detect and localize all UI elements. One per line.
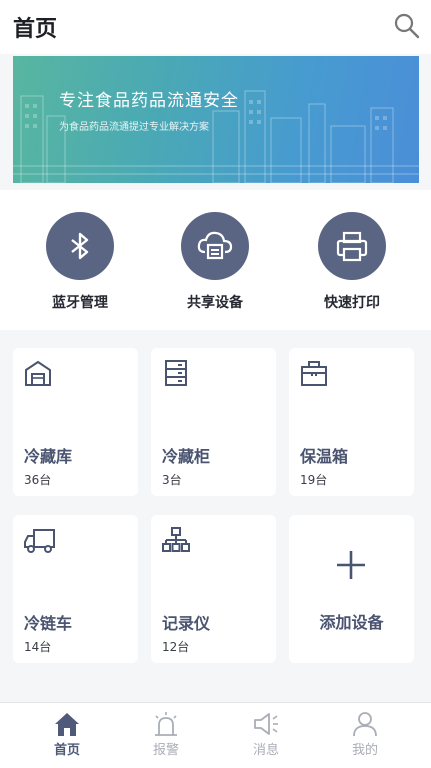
tab-alarm[interactable]: 报警 xyxy=(136,711,196,758)
device-count: 3台 xyxy=(162,473,182,487)
truck-icon xyxy=(24,529,55,553)
tab-label: 我的 xyxy=(351,743,378,758)
quick-action-bluetooth[interactable]: 蓝牙管理 xyxy=(25,212,135,312)
plus-icon xyxy=(337,551,365,579)
device-count: 12台 xyxy=(162,640,190,654)
add-device-card[interactable]: 添加设备 xyxy=(289,515,414,663)
device-card-cold-storage[interactable]: 冷藏库 36台 xyxy=(13,348,138,496)
search-icon xyxy=(394,13,420,39)
user-icon xyxy=(353,712,377,737)
device-card-cold-truck[interactable]: 冷链车 14台 xyxy=(13,515,138,663)
quick-actions: 蓝牙管理 共享设备 快速打印 xyxy=(0,190,431,330)
quick-action-label: 快速打印 xyxy=(324,295,380,311)
share-device-button[interactable] xyxy=(181,212,249,280)
search-button[interactable] xyxy=(393,12,421,40)
quick-action-share[interactable]: 共享设备 xyxy=(160,212,270,312)
tab-profile[interactable]: 我的 xyxy=(335,711,395,758)
network-recorder-icon xyxy=(162,527,190,552)
cloud-printer-icon xyxy=(197,231,233,260)
bluetooth-icon xyxy=(71,232,89,260)
tab-label: 报警 xyxy=(152,743,179,758)
bottom-tab-bar: 首页 报警 消息 我的 xyxy=(0,702,431,768)
device-card-insulated-box[interactable]: 保温箱 19台 xyxy=(289,348,414,496)
device-name: 冷藏柜 xyxy=(162,447,211,466)
device-card-cold-cabinet[interactable]: 冷藏柜 3台 xyxy=(151,348,276,496)
add-device-label: 添加设备 xyxy=(319,613,384,632)
device-name: 冷藏库 xyxy=(24,447,73,466)
quick-action-print[interactable]: 快速打印 xyxy=(297,212,407,312)
printer-icon xyxy=(336,231,368,262)
alarm-icon xyxy=(155,712,177,736)
device-name: 冷链车 xyxy=(24,614,73,633)
header-bar: 首页 xyxy=(0,0,431,54)
promo-banner[interactable]: 专注食品药品流通安全 为食品药品流通提过专业解决方案 xyxy=(13,56,419,183)
tab-home[interactable]: 首页 xyxy=(37,711,97,758)
warehouse-icon xyxy=(25,360,51,386)
quick-action-label: 共享设备 xyxy=(187,295,243,311)
device-card-recorder[interactable]: 记录仪 12台 xyxy=(151,515,276,663)
page-title: 首页 xyxy=(13,17,58,42)
speaker-icon xyxy=(254,713,278,735)
device-count: 14台 xyxy=(24,640,52,654)
tab-label: 消息 xyxy=(252,743,279,758)
bluetooth-button[interactable] xyxy=(46,212,114,280)
banner-title: 专注食品药品流通安全 xyxy=(59,91,239,111)
box-icon xyxy=(301,361,327,386)
cabinet-icon xyxy=(165,360,187,386)
tab-label: 首页 xyxy=(53,743,80,758)
banner-subtitle: 为食品药品流通提过专业解决方案 xyxy=(59,122,209,133)
device-name: 记录仪 xyxy=(162,614,211,633)
quick-print-button[interactable] xyxy=(318,212,386,280)
device-name: 保温箱 xyxy=(300,447,349,466)
device-count: 36台 xyxy=(24,473,52,487)
quick-action-label: 蓝牙管理 xyxy=(52,295,108,311)
home-icon xyxy=(55,713,79,736)
device-count: 19台 xyxy=(300,473,328,487)
tab-messages[interactable]: 消息 xyxy=(236,711,296,758)
